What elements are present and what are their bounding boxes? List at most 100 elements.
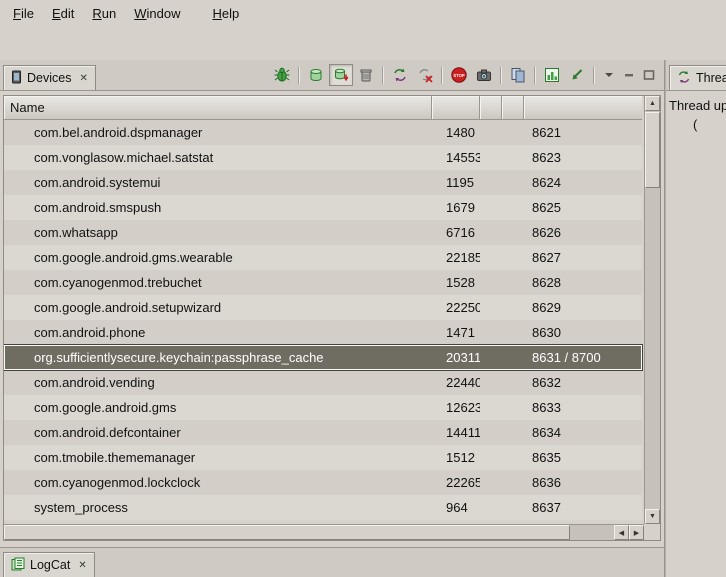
process-name: com.google.android.gms.wearable — [4, 250, 432, 265]
table-row[interactable]: com.google.android.gms 12623 8633 — [4, 395, 642, 420]
ui-automator-button[interactable] — [506, 64, 530, 86]
table-row[interactable]: org.sufficientlysecure.keychain:passphra… — [4, 345, 642, 370]
process-name: com.android.smspush — [4, 200, 432, 215]
maximize-view-button[interactable] — [639, 64, 658, 86]
minimize-view-button[interactable] — [619, 64, 638, 86]
device-icon — [11, 70, 22, 87]
toolbar-separator — [382, 67, 384, 84]
process-port: 8634 — [524, 425, 642, 440]
table-row[interactable]: com.vonglasow.michael.satstat 14553 8623 — [4, 145, 642, 170]
vertical-scrollbar[interactable]: ▲ ▼ — [644, 96, 660, 524]
toolbar-strip — [0, 26, 726, 60]
process-name: com.google.android.gms — [4, 400, 432, 415]
process-name: com.cyanogenmod.lockclock — [4, 475, 432, 490]
sysinfo-button[interactable] — [540, 64, 564, 86]
scroll-right-button[interactable]: ▶ — [629, 525, 644, 540]
process-pid: 22265 — [432, 475, 480, 490]
table-row[interactable]: com.google.android.gms.wearable 22185 86… — [4, 245, 642, 270]
table-row[interactable]: com.android.smspush 1679 8625 — [4, 195, 642, 220]
process-pid: 14553 — [432, 150, 480, 165]
menu-run[interactable]: Run — [83, 3, 125, 24]
close-icon[interactable]: ✕ — [79, 73, 87, 84]
column-header-pid[interactable] — [432, 96, 480, 120]
process-name: system_process — [4, 500, 432, 515]
toolbar-separator — [534, 67, 536, 84]
table-row[interactable]: system_process 964 8637 — [4, 495, 642, 520]
menu-edit[interactable]: Edit — [43, 3, 83, 24]
process-pid: 1480 — [432, 125, 480, 140]
table-row[interactable]: com.whatsapp 6716 8626 — [4, 220, 642, 245]
scroll-down-button[interactable]: ▼ — [645, 509, 660, 524]
update-threads-button[interactable] — [388, 64, 412, 86]
process-port: 8637 — [524, 500, 642, 515]
horizontal-scroll-thumb[interactable] — [4, 525, 570, 540]
tab-logcat[interactable]: LogCat ✕ — [3, 552, 95, 577]
table-row[interactable]: com.tmobile.thememanager 1512 8635 — [4, 445, 642, 470]
column-header-4[interactable] — [502, 96, 524, 120]
devices-view-header: Devices ✕ — [0, 60, 664, 91]
process-name: com.android.vending — [4, 375, 432, 390]
tab-devices-label: Devices — [27, 71, 71, 85]
tab-devices[interactable]: Devices ✕ — [3, 65, 96, 90]
process-port: 8636 — [524, 475, 642, 490]
column-header-name[interactable]: Name — [4, 96, 432, 120]
devices-toolbar: STOP — [270, 64, 664, 90]
threads-message: Thread up ( — [666, 91, 726, 139]
logcat-view-header: LogCat ✕ — [0, 547, 664, 577]
table-row[interactable]: com.cyanogenmod.lockclock 22265 8636 — [4, 470, 642, 495]
view-menu-button[interactable] — [599, 64, 618, 86]
debug-process-button[interactable] — [270, 64, 294, 86]
vertical-scroll-thumb[interactable] — [645, 112, 660, 188]
threads-icon — [677, 70, 691, 87]
tab-threads[interactable]: Threads — [669, 65, 726, 90]
process-port: 8630 — [524, 325, 642, 340]
table-row[interactable]: com.android.vending 22440 8632 — [4, 370, 642, 395]
process-name: com.android.defcontainer — [4, 425, 432, 440]
menu-window[interactable]: Window — [125, 3, 189, 24]
device-table: Name com.bel.android.dspmanager 1480 862… — [3, 95, 661, 541]
table-row[interactable]: com.android.phone 1471 8630 — [4, 320, 642, 345]
table-row[interactable]: com.google.android.setupwizard 22250 862… — [4, 295, 642, 320]
ddms-window: File Edit Run Window Help Devices ✕ — [0, 0, 726, 577]
stop-label: STOP — [453, 73, 465, 78]
toolbar-separator — [441, 67, 443, 84]
process-port: 8633 — [524, 400, 642, 415]
process-port: 8623 — [524, 150, 642, 165]
table-row[interactable]: com.cyanogenmod.trebuchet 1528 8628 — [4, 270, 642, 295]
toolbar-separator — [298, 67, 300, 84]
process-port: 8628 — [524, 275, 642, 290]
table-row[interactable]: com.android.defcontainer 14411 8634 — [4, 420, 642, 445]
menu-file[interactable]: File — [4, 3, 43, 24]
column-header-3[interactable] — [480, 96, 502, 120]
process-name: com.google.android.setupwizard — [4, 300, 432, 315]
stop-method-profiling-button[interactable] — [413, 64, 437, 86]
cause-gc-button[interactable] — [354, 64, 378, 86]
tab-threads-label: Threads — [696, 71, 726, 85]
opengl-trace-button[interactable] — [565, 64, 589, 86]
menu-bar: File Edit Run Window Help — [0, 0, 726, 26]
update-heap-button[interactable] — [304, 64, 328, 86]
menu-help[interactable]: Help — [203, 3, 248, 24]
threads-view-header: Threads — [666, 60, 726, 91]
process-pid: 1679 — [432, 200, 480, 215]
scroll-left-button[interactable]: ◀ — [614, 525, 629, 540]
close-icon[interactable]: ✕ — [78, 560, 86, 571]
device-table-header: Name — [4, 96, 642, 120]
dump-hprof-button[interactable] — [329, 64, 353, 86]
devices-panel: Devices ✕ — [0, 60, 665, 577]
process-port: 8625 — [524, 200, 642, 215]
process-name: com.tmobile.thememanager — [4, 450, 432, 465]
process-pid: 1528 — [432, 275, 480, 290]
table-row[interactable]: com.bel.android.dspmanager 1480 8621 — [4, 120, 642, 145]
scroll-up-button[interactable]: ▲ — [645, 96, 660, 111]
stop-process-button[interactable]: STOP — [447, 64, 471, 86]
screen-capture-button[interactable] — [472, 64, 496, 86]
column-header-port[interactable] — [524, 96, 642, 120]
threads-message-line1: Thread up — [669, 96, 723, 115]
process-port: 8621 — [524, 125, 642, 140]
horizontal-scrollbar[interactable]: ◀ ▶ — [4, 524, 644, 540]
process-name: org.sufficientlysecure.keychain:passphra… — [4, 350, 432, 365]
process-pid: 22440 — [432, 375, 480, 390]
table-row[interactable]: com.android.systemui 1195 8624 — [4, 170, 642, 195]
scrollbar-corner — [644, 524, 660, 540]
